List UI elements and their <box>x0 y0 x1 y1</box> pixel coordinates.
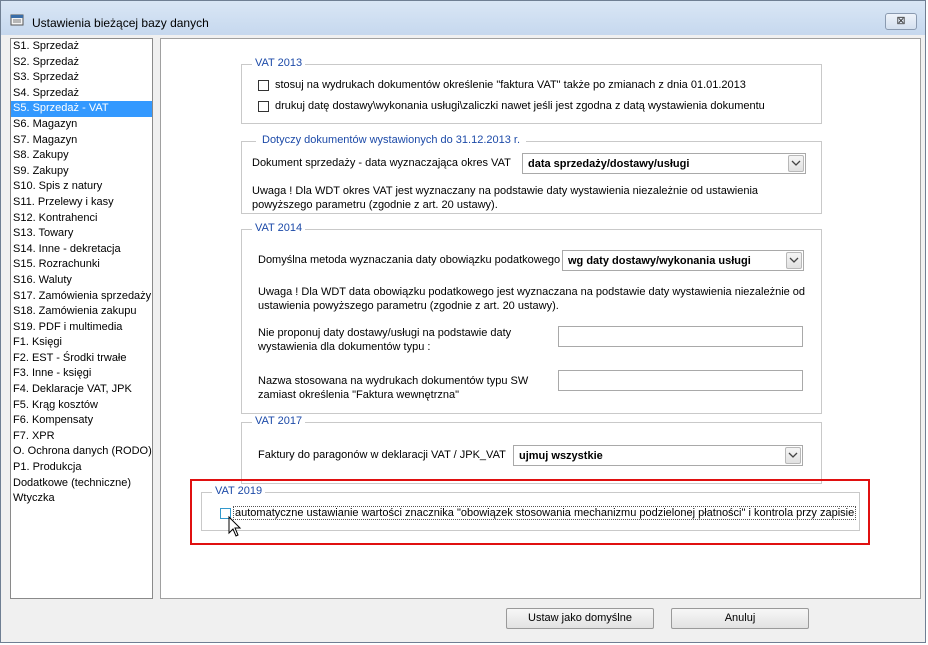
receipt-invoices-value: ujmuj wszystkie <box>519 450 603 462</box>
vat-2013-group: VAT 2013 stosuj na wydrukach dokumentów … <box>241 57 822 124</box>
vat-2017-group: VAT 2017 Faktury do paragonów w deklarac… <box>241 415 822 484</box>
docs-2013-group: Dotyczy dokumentów wystawionych do 31.12… <box>241 134 822 214</box>
sidebar-item[interactable]: F6. Kompensaty <box>11 413 152 429</box>
vat-period-date-select[interactable]: data sprzedaży/dostawy/usługi <box>522 153 806 174</box>
sidebar-item[interactable]: Wtyczka <box>11 491 152 507</box>
sidebar-item[interactable]: S12. Kontrahenci <box>11 211 152 227</box>
receipt-invoices-select[interactable]: ujmuj wszystkie <box>513 445 803 466</box>
highlight-frame <box>190 479 870 545</box>
close-button[interactable]: ⊠ <box>885 13 917 30</box>
sidebar-item[interactable]: S14. Inne - dekretacja <box>11 242 152 258</box>
faktura-vat-label: stosuj na wydrukach dokumentów określeni… <box>275 79 746 91</box>
vat-2014-legend: VAT 2014 <box>252 222 306 234</box>
sidebar-item[interactable]: S3. Sprzedaż <box>11 70 152 86</box>
chevron-down-icon <box>785 447 801 464</box>
chevron-down-icon <box>788 155 804 172</box>
no-propose-date-label: Nie proponuj daty dostawy/usługi na pods… <box>258 327 512 353</box>
vat-period-date-value: data sprzedaży/dostawy/usługi <box>528 158 690 170</box>
sidebar-item[interactable]: S7. Magazyn <box>11 133 152 149</box>
sidebar-item[interactable]: Dodatkowe (techniczne) <box>11 476 152 492</box>
vat-period-date-label: Dokument sprzedaży - data wyznaczająca o… <box>252 157 511 169</box>
wdt-period-note: Uwaga ! Dla WDT okres VAT jest wyznaczan… <box>252 185 759 211</box>
sidebar-item[interactable]: S8. Zakupy <box>11 148 152 164</box>
settings-window: Ustawienia bieżącej bazy danych ⊠ S1. Sp… <box>0 0 926 643</box>
window-title: Ustawienia bieżącej bazy danych <box>32 16 209 30</box>
cancel-button[interactable]: Anuluj <box>671 608 809 629</box>
vat-2013-legend: VAT 2013 <box>252 57 306 69</box>
sidebar-item[interactable]: S4. Sprzedaż <box>11 86 152 102</box>
sidebar-item[interactable]: S6. Magazyn <box>11 117 152 133</box>
sidebar-item[interactable]: S16. Waluty <box>11 273 152 289</box>
sidebar-item[interactable]: S5. Sprzedaż - VAT <box>11 101 152 117</box>
receipt-invoices-label: Faktury do paragonów w deklaracji VAT / … <box>258 449 506 461</box>
sidebar-item[interactable]: S11. Przelewy i kasy <box>11 195 152 211</box>
tax-obligation-method-value: wg daty dostawy/wykonania usługi <box>568 255 751 267</box>
sidebar-item[interactable]: S19. PDF i multimedia <box>11 320 152 336</box>
no-propose-date-input[interactable] <box>558 326 803 347</box>
sidebar-item[interactable]: S10. Spis z natury <box>11 179 152 195</box>
sidebar-item[interactable]: F4. Deklaracje VAT, JPK <box>11 382 152 398</box>
vat-2014-group: VAT 2014 Domyślna metoda wyznaczania dat… <box>241 222 822 414</box>
close-icon: ⊠ <box>896 15 906 27</box>
sidebar-item[interactable]: S18. Zamówienia zakupu <box>11 304 152 320</box>
sidebar-item[interactable]: F7. XPR <box>11 429 152 445</box>
sidebar-item[interactable]: S2. Sprzedaż <box>11 55 152 71</box>
title-bar: Ustawienia bieżącej bazy danych ⊠ <box>1 1 925 35</box>
settings-sections-list[interactable]: S1. Sprzedaż S2. Sprzedaż S3. Sprzedaż S4. … <box>10 38 153 599</box>
print-delivery-date-checkbox[interactable] <box>258 101 269 112</box>
set-as-default-label: Ustaw jako domyślne <box>528 612 632 624</box>
sidebar-item[interactable]: F1. Księgi <box>11 335 152 351</box>
sidebar-item[interactable]: F3. Inne - księgi <box>11 366 152 382</box>
print-delivery-date-label: drukuj datę dostawy\wykonania usługi\zal… <box>275 100 765 112</box>
mouse-cursor-icon <box>228 516 242 537</box>
set-as-default-button[interactable]: Ustaw jako domyślne <box>506 608 654 629</box>
sidebar-item[interactable]: S9. Zakupy <box>11 164 152 180</box>
sidebar-item[interactable]: S13. Towary <box>11 226 152 242</box>
sw-name-input[interactable] <box>558 370 803 391</box>
sidebar-item[interactable]: S1. Sprzedaż <box>11 39 152 55</box>
database-settings-icon <box>10 14 24 26</box>
sidebar-item[interactable]: O. Ochrona danych (RODO) <box>11 444 152 460</box>
sw-name-label: Nazwa stosowana na wydrukach dokumentów … <box>258 375 529 401</box>
tax-obligation-method-label: Domyślna metoda wyznaczania daty obowiąz… <box>258 254 561 266</box>
faktura-vat-checkbox[interactable] <box>258 80 269 91</box>
cancel-label: Anuluj <box>724 612 756 624</box>
sidebar-item[interactable]: F5. Krąg kosztów <box>11 398 152 414</box>
vat-2017-legend: VAT 2017 <box>252 415 306 427</box>
sidebar-item[interactable]: S15. Rozrachunki <box>11 257 152 273</box>
sidebar-item[interactable]: P1. Produkcja <box>11 460 152 476</box>
sidebar-item[interactable]: S17. Zamówienia sprzedaży <box>11 289 152 305</box>
sidebar-item[interactable]: F2. EST - Środki trwałe <box>11 351 152 367</box>
tax-obligation-method-select[interactable]: wg daty dostawy/wykonania usługi <box>562 250 804 271</box>
docs-2013-legend: Dotyczy dokumentów wystawionych do 31.12… <box>256 134 527 146</box>
wdt-obligation-note: Uwaga ! Dla WDT data obowiązku podatkowe… <box>258 286 806 312</box>
chevron-down-icon <box>786 252 802 269</box>
